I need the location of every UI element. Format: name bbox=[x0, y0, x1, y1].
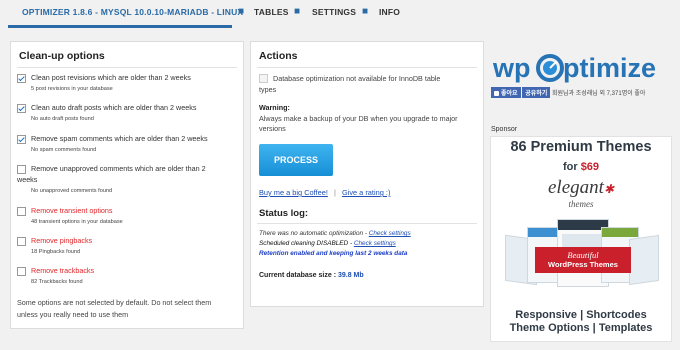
tab-tables[interactable]: TABLES bbox=[254, 7, 289, 17]
checkbox-checked[interactable] bbox=[17, 135, 26, 144]
logo-text-wp: wp bbox=[492, 53, 531, 83]
star-icon: ✱ bbox=[603, 182, 614, 196]
actions-panel: Actions Database optimization not availa… bbox=[250, 41, 484, 307]
share-button[interactable]: 공유하기 bbox=[522, 87, 551, 98]
cleanup-title: Clean-up options bbox=[19, 50, 105, 62]
tab-separator-icon: ■ bbox=[238, 6, 245, 17]
facebook-like-bar: 좋아요 공유하기 회원님과 조성래님 외 7,371명이 좋아 bbox=[491, 87, 645, 99]
like-count-text: 회원님과 조성래님 외 7,371명이 좋아 bbox=[552, 91, 646, 97]
check-settings-link[interactable]: Check settings bbox=[354, 240, 396, 247]
checkbox-unchecked[interactable] bbox=[17, 165, 26, 174]
log-line-schedule: Scheduled cleaning DISABLED - Check sett… bbox=[259, 240, 396, 247]
like-button[interactable]: 좋아요 bbox=[491, 87, 521, 98]
nav-tabs: OPTIMIZER 1.8.6 - MYSQL 10.0.10-MARIADB … bbox=[0, 0, 680, 30]
ad-brand: elegant✱ bbox=[548, 177, 614, 198]
logo-graphic: wp ptimize bbox=[492, 53, 656, 83]
backup-warning: Warning: Always make a backup of your DB… bbox=[259, 103, 458, 133]
tab-separator-icon: ■ bbox=[362, 6, 369, 17]
ad-brand-sub: themes bbox=[568, 199, 594, 209]
checkbox-unchecked[interactable] bbox=[17, 267, 26, 276]
innodb-notice: Database optimization not available for … bbox=[259, 74, 441, 94]
wp-optimize-logo: wp ptimize bbox=[490, 46, 670, 90]
log-line-retention: Retention enabled and keeping last 2 wee… bbox=[259, 250, 408, 257]
status-log-title: Status log: bbox=[259, 208, 309, 219]
support-links: Buy me a big Coffee! | Give a rating :) bbox=[259, 188, 391, 197]
ad-headline: 86 Premium Themes bbox=[510, 139, 652, 155]
ad-footer: Responsive | Shortcodes Theme Options | … bbox=[509, 309, 653, 334]
ad-price: for $69 bbox=[562, 161, 600, 173]
tab-optimizer[interactable]: OPTIMIZER 1.8.6 - MYSQL 10.0.10-MARIADB … bbox=[22, 7, 243, 17]
tab-info[interactable]: INFO bbox=[379, 7, 400, 17]
thumbs-up-icon bbox=[494, 90, 499, 96]
cleanup-panel: Clean-up options Clean post revisions wh… bbox=[10, 41, 244, 329]
divider bbox=[17, 67, 237, 68]
theme-screenshots-image: Beautiful WordPress Themes bbox=[505, 219, 659, 289]
coffee-link[interactable]: Buy me a big Coffee! bbox=[259, 188, 328, 197]
sponsor-ad-banner[interactable]: 86 Premium Themes for $69 elegant✱ theme… bbox=[490, 136, 672, 342]
cleanup-note: Some options are not selected by default… bbox=[17, 298, 212, 319]
tab-separator-icon: ■ bbox=[294, 6, 301, 17]
checkbox-disabled bbox=[259, 74, 268, 83]
divider bbox=[257, 67, 477, 68]
log-line-auto: There was no automatic optimization - Ch… bbox=[259, 230, 411, 237]
process-button[interactable]: PROCESS bbox=[259, 144, 333, 176]
actions-title: Actions bbox=[259, 50, 298, 62]
rating-link[interactable]: Give a rating :) bbox=[342, 188, 390, 197]
checkbox-checked[interactable] bbox=[17, 74, 26, 83]
checkbox-unchecked[interactable] bbox=[17, 237, 26, 246]
logo-text-optimize: ptimize bbox=[563, 53, 656, 83]
sponsor-label: Sponsor bbox=[491, 126, 518, 133]
checkbox-unchecked[interactable] bbox=[17, 207, 26, 216]
check-settings-link[interactable]: Check settings bbox=[369, 230, 411, 237]
checkbox-checked[interactable] bbox=[17, 104, 26, 113]
divider bbox=[257, 223, 477, 224]
ad-ribbon: Beautiful WordPress Themes bbox=[535, 247, 631, 273]
tab-settings[interactable]: SETTINGS bbox=[312, 7, 356, 17]
db-size: Current database size : 39.8 Mb bbox=[259, 272, 364, 279]
active-tab-indicator bbox=[8, 25, 232, 28]
